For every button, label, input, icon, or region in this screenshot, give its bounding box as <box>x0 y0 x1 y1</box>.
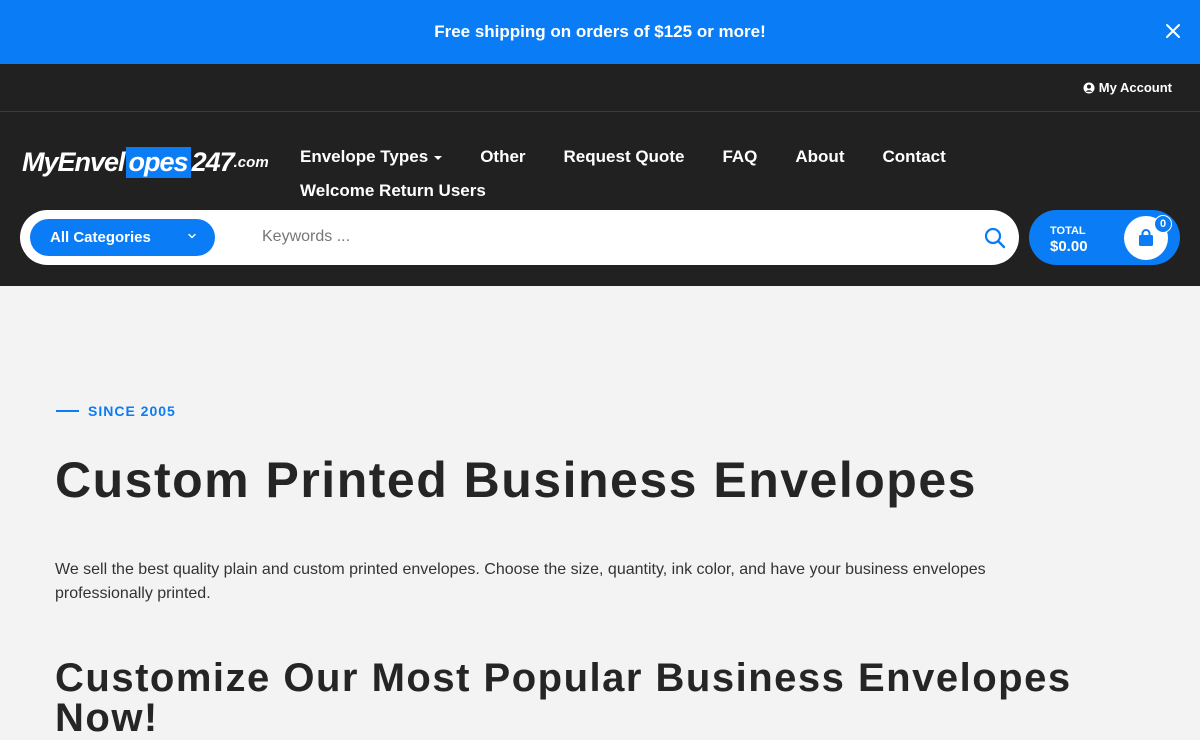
cart-total-value: $0.00 <box>1050 238 1088 255</box>
announcement-bar: Free shipping on orders of $125 or more! <box>0 0 1200 64</box>
nav-about[interactable]: About <box>795 147 844 167</box>
announcement-text: Free shipping on orders of $125 or more! <box>434 22 766 41</box>
eyebrow-line <box>56 410 79 412</box>
nav-request-quote[interactable]: Request Quote <box>564 147 685 167</box>
category-select[interactable]: All Categories <box>30 219 215 256</box>
logo-part-2: opes <box>125 146 191 178</box>
eyebrow-text: SINCE 2005 <box>88 403 176 419</box>
page-title: Custom Printed Business Envelopes <box>55 452 977 508</box>
nav-envelope-types[interactable]: Envelope Types <box>300 147 443 167</box>
my-account-link[interactable]: My Account <box>1083 80 1172 95</box>
search-icon[interactable] <box>983 226 1007 250</box>
hero-description: We sell the best quality plain and custo… <box>55 561 986 602</box>
nav-welcome-return-users[interactable]: Welcome Return Users <box>300 181 486 201</box>
eyebrow: SINCE 2005 <box>56 403 176 419</box>
chevron-down-icon <box>188 233 196 239</box>
close-icon[interactable] <box>1164 22 1182 40</box>
nav-other[interactable]: Other <box>480 147 525 167</box>
logo-part-3: 247 <box>191 146 235 177</box>
search-bar: All Categories <box>20 210 1019 265</box>
top-utility-bar: My Account <box>0 64 1200 112</box>
main-navigation: Envelope Types Other Request Quote FAQ A… <box>300 140 1000 208</box>
cart-total-label: TOTAL <box>1050 225 1086 237</box>
caret-down-icon <box>434 156 443 160</box>
search-input[interactable] <box>250 218 950 256</box>
cart-button[interactable]: TOTAL $0.00 0 <box>1029 210 1180 265</box>
logo-part-1: MyEnvel <box>22 146 126 177</box>
nav-contact[interactable]: Contact <box>882 147 945 167</box>
category-select-value: All Categories <box>50 229 151 246</box>
user-circle-icon <box>1083 82 1095 93</box>
logo-wordmark: MyEnvel opes 247 .com <box>22 146 269 178</box>
site-header: MyEnvel opes 247 .com Envelope Types Oth… <box>0 112 1200 286</box>
logo-part-4: .com <box>233 153 269 171</box>
section-title: Customize Our Most Popular Business Enve… <box>55 656 1072 740</box>
nav-faq[interactable]: FAQ <box>722 147 757 167</box>
nav-envelope-types-label: Envelope Types <box>300 147 429 166</box>
cart-count-badge: 0 <box>1154 215 1172 233</box>
site-logo[interactable]: MyEnvel opes 247 .com <box>22 138 272 186</box>
my-account-label: My Account <box>1098 80 1172 95</box>
hero-section: SINCE 2005 Custom Printed Business Envel… <box>0 286 1200 740</box>
